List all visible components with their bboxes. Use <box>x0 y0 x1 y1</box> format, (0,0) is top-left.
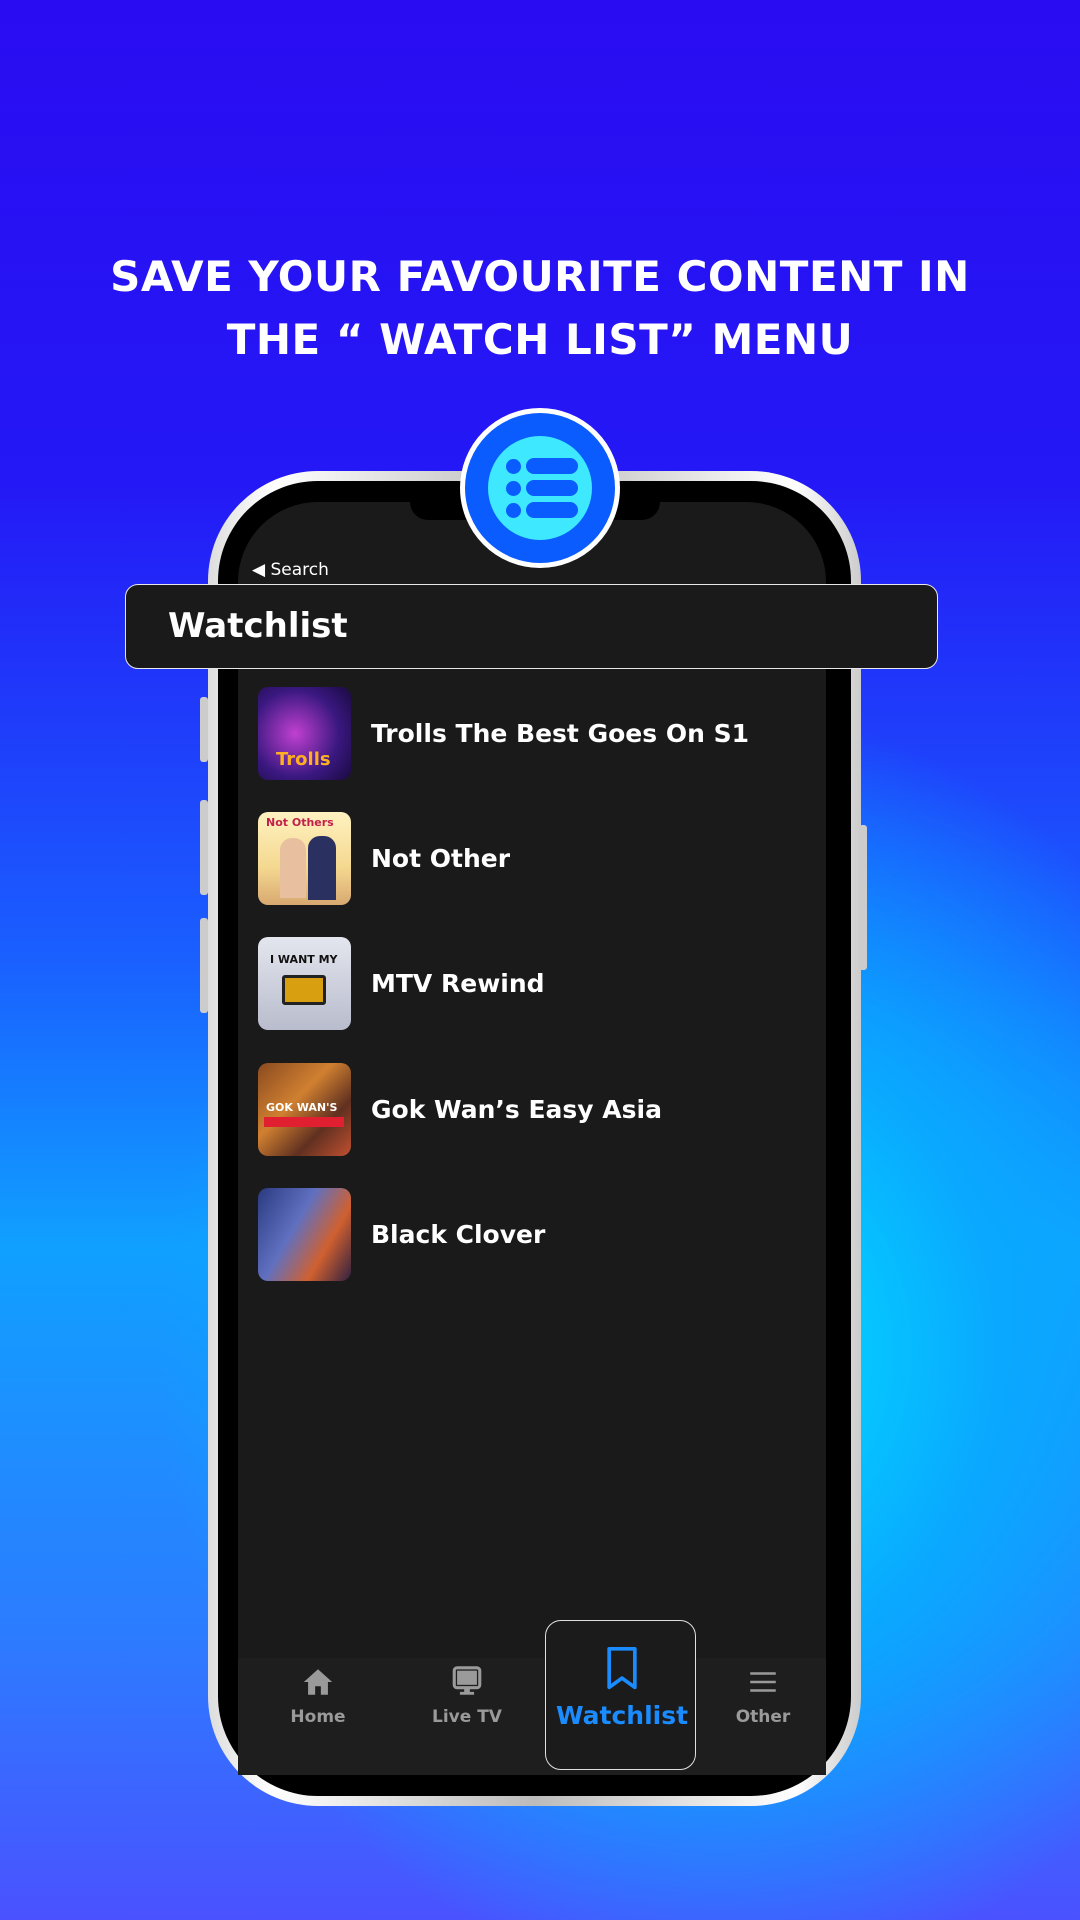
tab-other[interactable]: Other <box>688 1665 838 1727</box>
thumbnail: Not Others <box>258 812 351 905</box>
tab-home[interactable]: Home <box>243 1665 393 1727</box>
thumbnail: GOK WAN'S <box>258 1063 351 1156</box>
item-title: Gok Wan’s Easy Asia <box>371 1095 662 1124</box>
page-title: Watchlist <box>125 584 938 669</box>
item-title: Not Other <box>371 844 511 873</box>
tab-label: Live TV <box>432 1707 502 1727</box>
item-title: Black Clover <box>371 1220 546 1249</box>
thumbnail <box>258 1188 351 1281</box>
phone-side-button <box>200 800 208 895</box>
list-icon <box>460 408 620 568</box>
tab-label: Watchlist <box>555 1701 689 1730</box>
item-title: Trolls The Best Goes On S1 <box>371 719 749 748</box>
list-item[interactable]: Not Others Not Other <box>258 812 510 905</box>
list-item[interactable]: I WANT MY MTV Rewind <box>258 937 545 1030</box>
tab-watchlist[interactable]: Watchlist <box>547 1645 697 1730</box>
headline-line-2: THE “ WATCH LIST” MENU <box>226 315 854 364</box>
tab-live-tv[interactable]: Live TV <box>392 1665 542 1727</box>
thumbnail-logo: Trolls <box>276 749 331 770</box>
thumbnail: Trolls <box>258 687 351 780</box>
home-icon <box>303 1669 333 1695</box>
list-item[interactable]: GOK WAN'S Gok Wan’s Easy Asia <box>258 1063 662 1156</box>
thumbnail-logo: GOK WAN'S <box>266 1101 338 1114</box>
phone-side-button <box>200 697 208 762</box>
list-item[interactable]: Black Clover <box>258 1188 545 1281</box>
back-to-search-link[interactable]: ◀ Search <box>252 560 329 580</box>
headline-line-1: SAVE YOUR FAVOURITE CONTENT IN <box>110 252 970 301</box>
thumbnail-logo: I WANT MY <box>270 953 338 966</box>
tab-label: Home <box>290 1707 346 1727</box>
bookmark-icon <box>607 1647 637 1690</box>
list-item[interactable]: Trolls Trolls The Best Goes On S1 <box>258 687 749 780</box>
promo-headline: SAVE YOUR FAVOURITE CONTENT IN THE “ WAT… <box>0 245 1080 371</box>
tab-label: Other <box>735 1707 791 1727</box>
phone-side-button <box>200 918 208 1013</box>
thumbnail: I WANT MY <box>258 937 351 1030</box>
tv-icon <box>452 1666 482 1695</box>
thumbnail-logo: Not Others <box>266 816 334 829</box>
menu-icon <box>750 1672 776 1692</box>
item-title: MTV Rewind <box>371 969 545 998</box>
